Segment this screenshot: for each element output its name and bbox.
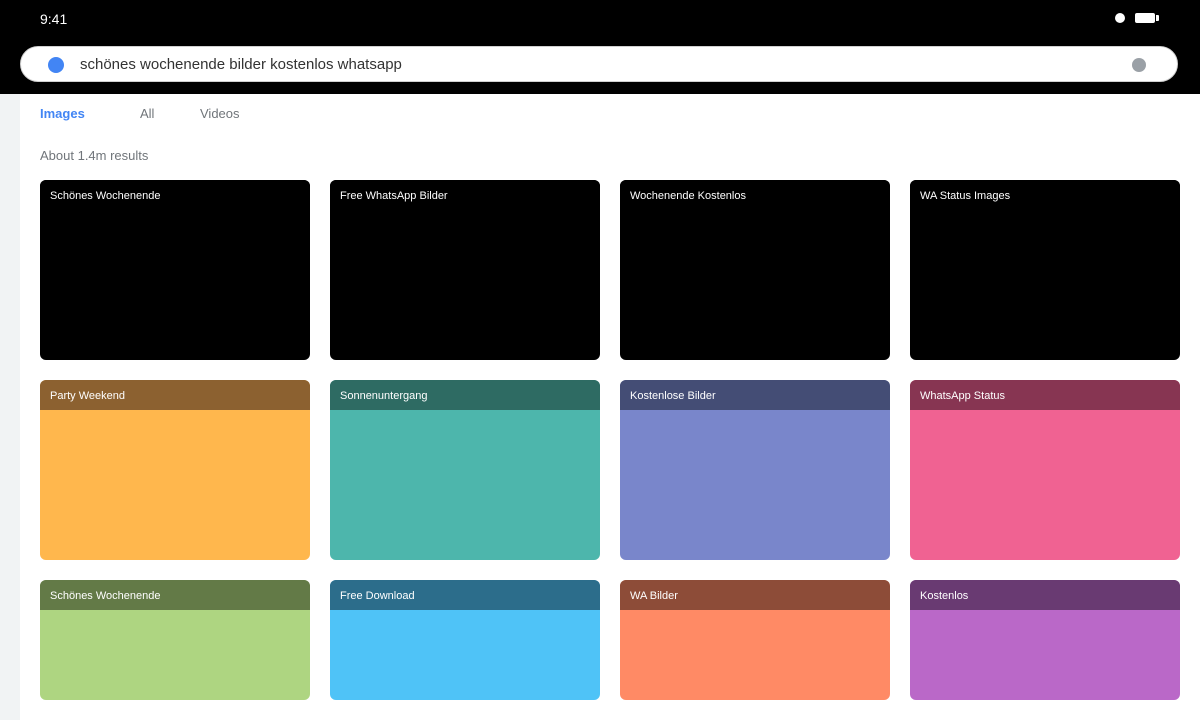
top-bar: 9:41 schönes wochenende bilder kostenlos… (0, 0, 1200, 94)
image-result-label: Free Download (330, 580, 600, 610)
search-bar[interactable]: schönes wochenende bilder kostenlos what… (20, 46, 1178, 82)
image-result-tile[interactable]: WA Status Images (910, 180, 1180, 360)
image-result-tile[interactable]: Sonnenuntergang (330, 380, 600, 560)
voice-search-icon[interactable] (1132, 58, 1146, 72)
left-rail (0, 94, 20, 720)
search-input[interactable]: schönes wochenende bilder kostenlos what… (80, 47, 402, 81)
image-result-label: Wochenende Kostenlos (620, 180, 890, 210)
status-time: 9:41 (40, 11, 68, 27)
image-result-label: Free WhatsApp Bilder (330, 180, 600, 210)
image-result-label: Party Weekend (40, 380, 310, 410)
signal-dot-icon (1115, 13, 1125, 23)
image-result-label: Kostenlos (910, 580, 1180, 610)
image-result-tile[interactable]: Wochenende Kostenlos (620, 180, 890, 360)
image-result-label: WA Status Images (910, 180, 1180, 210)
image-result-label: WA Bilder (620, 580, 890, 610)
tab-all[interactable]: All (140, 106, 154, 122)
image-result-tile[interactable]: Free Download (330, 580, 600, 700)
image-result-tile[interactable]: WhatsApp Status (910, 380, 1180, 560)
battery-icon (1135, 13, 1155, 23)
image-result-tile[interactable]: WA Bilder (620, 580, 890, 700)
tab-videos[interactable]: Videos (200, 106, 240, 122)
results-count: About 1.4m results (40, 148, 149, 163)
image-result-tile[interactable]: Schönes Wochenende (40, 580, 310, 700)
image-result-tile[interactable]: Free WhatsApp Bilder (330, 180, 600, 360)
image-result-label: Schönes Wochenende (40, 580, 310, 610)
image-result-label: Sonnenuntergang (330, 380, 600, 410)
image-result-label: Schönes Wochenende (40, 180, 310, 210)
image-result-tile[interactable]: Kostenlos (910, 580, 1180, 700)
image-result-tile[interactable]: Party Weekend (40, 380, 310, 560)
tab-images[interactable]: Images (40, 106, 85, 122)
image-result-label: WhatsApp Status (910, 380, 1180, 410)
image-result-tile[interactable]: Schönes Wochenende (40, 180, 310, 360)
search-provider-icon[interactable] (48, 57, 64, 73)
image-result-tile[interactable]: Kostenlose Bilder (620, 380, 890, 560)
battery-tip-icon (1156, 15, 1159, 21)
image-result-label: Kostenlose Bilder (620, 380, 890, 410)
